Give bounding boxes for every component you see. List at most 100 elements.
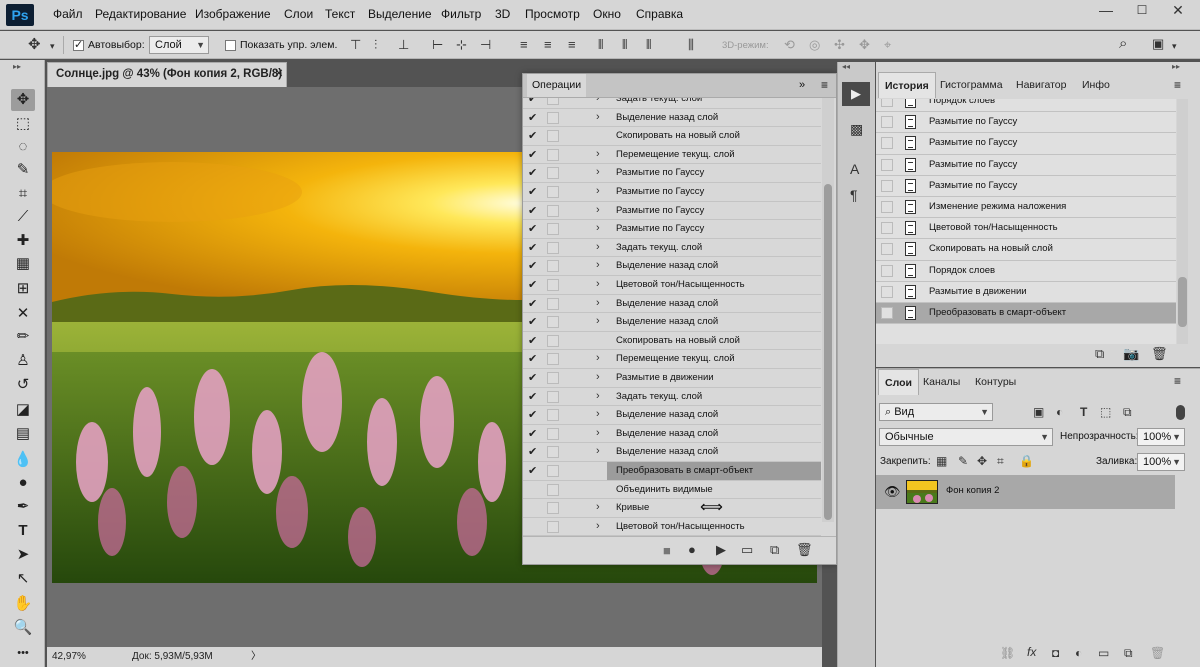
- dialog-toggle-box[interactable]: [547, 502, 559, 515]
- history-source-box[interactable]: [881, 243, 893, 256]
- lock-transparent-icon[interactable]: ▦: [936, 454, 947, 468]
- checkmark-icon[interactable]: ✔: [528, 334, 540, 347]
- filter-pixel-icon[interactable]: ▣: [1033, 405, 1044, 419]
- expand-chevron-icon[interactable]: ›: [596, 501, 600, 513]
- checkmark-icon[interactable]: ✔: [528, 445, 540, 458]
- action-row[interactable]: ✔ › Задать текущ. слой: [523, 239, 821, 258]
- lasso-tool[interactable]: ◌: [11, 136, 35, 158]
- checkmark-icon[interactable]: ✔: [528, 315, 540, 328]
- tab-channels[interactable]: Каналы: [917, 369, 966, 395]
- 3d-rotate-icon[interactable]: ⟲: [784, 38, 795, 52]
- checkmark-icon[interactable]: ✔: [528, 259, 540, 272]
- dialog-toggle-box[interactable]: [547, 520, 559, 533]
- history-source-box[interactable]: [881, 116, 893, 129]
- menu-layers[interactable]: Слои: [284, 7, 313, 21]
- expand-chevron-icon[interactable]: ›: [596, 427, 600, 439]
- 3d-slide-icon[interactable]: ✥: [859, 38, 870, 52]
- checkmark-icon[interactable]: ✔: [528, 408, 540, 421]
- tab-navigator[interactable]: Навигатор: [1010, 72, 1072, 98]
- action-row[interactable]: ✔ › Задать текущ. слой: [523, 98, 821, 109]
- panel-menu-icon[interactable]: ≡: [821, 78, 828, 92]
- move-tool-icon[interactable]: ✥: [28, 37, 41, 52]
- dodge-tool[interactable]: ●: [11, 472, 35, 494]
- show-controls-checkbox[interactable]: [225, 40, 236, 51]
- new-set-folder-icon[interactable]: ▭: [741, 543, 753, 557]
- filter-shape-icon[interactable]: ⬚: [1100, 405, 1111, 419]
- dialog-toggle-box[interactable]: [547, 167, 559, 180]
- filter-toggle[interactable]: [1176, 405, 1185, 420]
- history-state-row[interactable]: Размытие по Гауссу: [876, 155, 1176, 176]
- history-state-row[interactable]: Изменение режима наложения: [876, 197, 1176, 219]
- collapse-strip-icon[interactable]: ◂◂: [842, 62, 850, 71]
- blend-mode-dropdown[interactable]: Обычные ▼: [879, 428, 1053, 446]
- tab-layers[interactable]: Слои: [878, 369, 919, 395]
- pen-tool[interactable]: ✒: [11, 496, 35, 518]
- history-state-row[interactable]: Скопировать на новый слой: [876, 239, 1176, 261]
- expand-chevron-icon[interactable]: ›: [596, 371, 600, 383]
- tab-paths[interactable]: Контуры: [969, 369, 1022, 395]
- checkmark-icon[interactable]: ✔: [528, 166, 540, 179]
- filter-smart-object-icon[interactable]: ⧉: [1123, 405, 1132, 420]
- action-row[interactable]: ✔ › Выделение назад слой: [523, 313, 821, 332]
- dialog-toggle-box[interactable]: [547, 446, 559, 459]
- dialog-toggle-box[interactable]: [547, 279, 559, 291]
- checkmark-icon[interactable]: ✔: [528, 371, 540, 384]
- expand-chevron-icon[interactable]: ›: [596, 297, 600, 309]
- checkmark-icon[interactable]: ✔: [528, 204, 540, 217]
- align-right-icon[interactable]: ⊣: [480, 38, 491, 52]
- content-aware-tool[interactable]: ⊞: [11, 278, 35, 300]
- checkmark-icon[interactable]: ✔: [528, 427, 540, 440]
- lock-position-icon[interactable]: ✥: [977, 454, 987, 468]
- action-row[interactable]: ✔ › Перемещение текущ. слой: [523, 146, 821, 165]
- blur-tool[interactable]: 💧: [11, 449, 35, 471]
- action-row[interactable]: ✔ › Выделение назад слой: [523, 406, 821, 425]
- expand-chevron-icon[interactable]: ›: [596, 352, 600, 364]
- expand-chevron-icon[interactable]: ›: [596, 408, 600, 420]
- brush-tool[interactable]: ✏: [11, 326, 35, 348]
- delete-icon[interactable]: 🗑: [796, 543, 813, 557]
- eraser-tool[interactable]: ◪: [11, 399, 35, 421]
- action-row[interactable]: ✔ › Размытие в движении: [523, 369, 821, 388]
- search-icon[interactable]: ⌕: [1119, 36, 1127, 51]
- history-menu-icon[interactable]: ≡: [1174, 78, 1181, 92]
- shape-tool[interactable]: ↖: [11, 568, 35, 590]
- checkmark-icon[interactable]: ✔: [528, 98, 540, 105]
- new-document-from-state-icon[interactable]: ⧉: [1095, 347, 1104, 361]
- type-tool[interactable]: T: [11, 520, 35, 542]
- collapse-dock-icon[interactable]: ▸▸: [1172, 62, 1180, 71]
- dialog-toggle-box[interactable]: [547, 130, 559, 143]
- paragraph-icon[interactable]: ¶: [850, 188, 858, 202]
- zoom-level[interactable]: 42,97%: [52, 647, 86, 667]
- dialog-toggle-box[interactable]: [547, 372, 559, 384]
- collapse-toolbar-icon[interactable]: ▸▸: [13, 62, 21, 71]
- dialog-toggle-box[interactable]: [547, 483, 559, 496]
- actions-tab[interactable]: Операции: [527, 74, 587, 97]
- checkmark-icon[interactable]: ✔: [528, 111, 540, 124]
- status-menu-icon[interactable]: 〉: [251, 647, 261, 667]
- expand-chevron-icon[interactable]: ›: [596, 390, 600, 402]
- delete-state-icon[interactable]: 🗑: [1151, 347, 1168, 361]
- workspace-icon[interactable]: ▣: [1152, 37, 1164, 51]
- hand-tool[interactable]: ✋: [11, 593, 35, 615]
- action-row[interactable]: ✔ Скопировать на новый слой: [523, 332, 821, 351]
- auto-select-checkbox[interactable]: [73, 38, 84, 51]
- filter-type-icon[interactable]: T: [1080, 405, 1087, 419]
- expand-chevron-icon[interactable]: ›: [596, 445, 600, 457]
- dialog-toggle-box[interactable]: [547, 260, 559, 273]
- menu-window[interactable]: Окно: [593, 7, 621, 21]
- expand-chevron-icon[interactable]: ›: [596, 98, 600, 104]
- lock-pixels-icon[interactable]: ✎: [958, 454, 968, 468]
- distribute-left-icon[interactable]: ⫴: [598, 38, 603, 52]
- snapshot-camera-icon[interactable]: 📷: [1123, 347, 1139, 361]
- dialog-toggle-box[interactable]: [547, 334, 559, 347]
- stop-icon[interactable]: ■: [663, 544, 671, 558]
- checkmark-icon[interactable]: ✔: [528, 129, 540, 142]
- dialog-toggle-box[interactable]: [547, 111, 559, 124]
- visibility-eye-icon[interactable]: 👁: [884, 484, 901, 500]
- actions-panel-icon[interactable]: ▶: [842, 82, 870, 106]
- dialog-toggle-box[interactable]: [547, 316, 559, 329]
- document-tab[interactable]: Солнце.jpg @ 43% (Фон копия 2, RGB/8) * …: [47, 62, 287, 103]
- tab-history[interactable]: История: [878, 72, 936, 98]
- maximize-icon[interactable]: ☐: [1124, 0, 1160, 22]
- close-tab-icon[interactable]: ✕: [274, 63, 284, 86]
